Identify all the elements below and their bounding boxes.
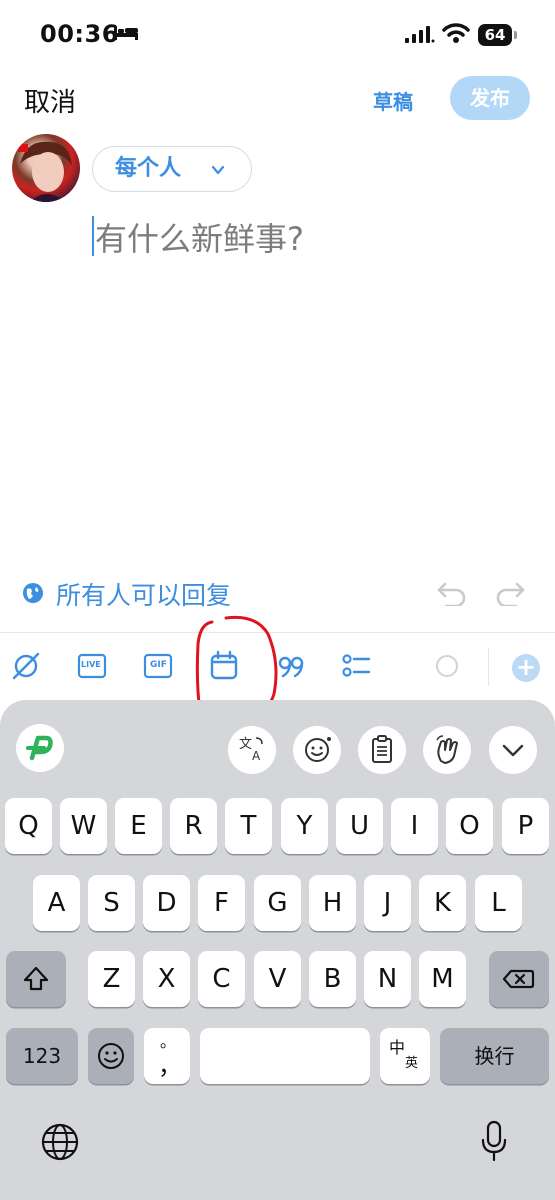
cancel-button[interactable]: 取消: [24, 82, 76, 119]
key-m[interactable]: M: [419, 951, 466, 1007]
key-c[interactable]: C: [198, 951, 245, 1007]
sleep-bed-icon: [114, 26, 138, 40]
grok-icon[interactable]: [10, 650, 42, 682]
clipboard-icon: [372, 735, 392, 763]
drafts-button[interactable]: 草稿: [373, 86, 413, 115]
key-t[interactable]: T: [225, 798, 272, 854]
key-j[interactable]: J: [364, 875, 411, 931]
gif-icon-label: GIF: [150, 660, 167, 670]
shift-key[interactable]: [6, 951, 66, 1007]
text-cursor: [92, 216, 94, 256]
key-z[interactable]: Z: [88, 951, 135, 1007]
battery-icon: 64: [478, 24, 518, 46]
emoji-key[interactable]: [88, 1028, 134, 1084]
keyboard: [0, 700, 555, 1200]
key-o[interactable]: O: [446, 798, 493, 854]
gif-icon[interactable]: GIF: [142, 650, 174, 682]
live-icon-label: LIVE: [81, 660, 101, 669]
post-button[interactable]: 发布: [450, 76, 530, 120]
shift-icon: [23, 966, 49, 991]
handwriting-button[interactable]: [423, 726, 471, 774]
cellular-signal-icon: [405, 26, 435, 43]
key-b[interactable]: B: [309, 951, 356, 1007]
collapse-suggestions-button[interactable]: [489, 726, 537, 774]
wifi-icon: [442, 23, 470, 43]
status-time: 00:36: [40, 20, 119, 48]
key-e[interactable]: E: [115, 798, 162, 854]
undo-icon[interactable]: [436, 578, 468, 606]
globe-icon[interactable]: [40, 1122, 80, 1162]
poll-icon[interactable]: [340, 650, 372, 682]
audience-selector[interactable]: 每个人: [92, 146, 252, 192]
translate-button[interactable]: 文 A: [228, 726, 276, 774]
character-count-ring: [436, 655, 458, 677]
return-key[interactable]: 换行: [440, 1028, 549, 1084]
key-q[interactable]: Q: [5, 798, 52, 854]
key-y[interactable]: Y: [281, 798, 328, 854]
key-p[interactable]: P: [502, 798, 549, 854]
hand-gesture-icon: [436, 735, 458, 764]
key-u[interactable]: U: [336, 798, 383, 854]
key-r[interactable]: R: [170, 798, 217, 854]
key-k[interactable]: K: [419, 875, 466, 931]
key-i[interactable]: I: [391, 798, 438, 854]
ai-assistant-button[interactable]: [16, 724, 64, 772]
avatar-illustration: [18, 141, 72, 202]
punctuation-key[interactable]: 。 ，: [144, 1028, 190, 1084]
chevron-down-icon: [502, 744, 524, 757]
key-v[interactable]: V: [254, 951, 301, 1007]
avatar[interactable]: [12, 134, 80, 202]
key-f[interactable]: F: [198, 875, 245, 931]
microphone-icon[interactable]: [480, 1120, 508, 1164]
svg-text:文: 文: [239, 737, 252, 752]
numbers-key[interactable]: 123: [6, 1028, 78, 1084]
punctuation-comma: ，: [158, 1052, 182, 1080]
key-n[interactable]: N: [364, 951, 411, 1007]
emoji-face-button[interactable]: [293, 726, 341, 774]
chevron-down-icon: [211, 165, 225, 175]
lang-zh-label: 中: [389, 1038, 406, 1057]
backspace-icon: [502, 969, 535, 989]
translate-icon: 文 A: [239, 737, 263, 763]
battery-level: 64: [478, 24, 512, 46]
audience-label: 每个人: [115, 156, 182, 181]
backspace-key[interactable]: [489, 951, 549, 1007]
key-x[interactable]: X: [143, 951, 190, 1007]
redo-icon[interactable]: [494, 578, 526, 606]
ai-assistant-icon: [26, 735, 53, 761]
compose-input[interactable]: 有什么新鲜事?: [95, 214, 304, 260]
svg-text:A: A: [252, 749, 261, 763]
key-l[interactable]: L: [475, 875, 522, 931]
reply-setting-button[interactable]: 所有人可以回复: [56, 576, 231, 612]
key-h[interactable]: H: [309, 875, 356, 931]
emoji-face-icon: [305, 737, 331, 762]
add-thread-button[interactable]: +: [512, 654, 540, 682]
clipboard-button[interactable]: [358, 726, 406, 774]
lang-en-label: 英: [405, 1056, 419, 1071]
space-key[interactable]: [200, 1028, 370, 1084]
globe-icon: [23, 583, 43, 603]
key-g[interactable]: G: [254, 875, 301, 931]
live-icon[interactable]: LIVE: [76, 650, 108, 682]
emoji-icon: [98, 1043, 124, 1069]
key-w[interactable]: W: [60, 798, 107, 854]
key-s[interactable]: S: [88, 875, 135, 931]
key-d[interactable]: D: [143, 875, 190, 931]
key-a[interactable]: A: [33, 875, 80, 931]
language-switch-key[interactable]: 中 英: [380, 1028, 430, 1084]
toolbar-divider: [488, 648, 489, 686]
